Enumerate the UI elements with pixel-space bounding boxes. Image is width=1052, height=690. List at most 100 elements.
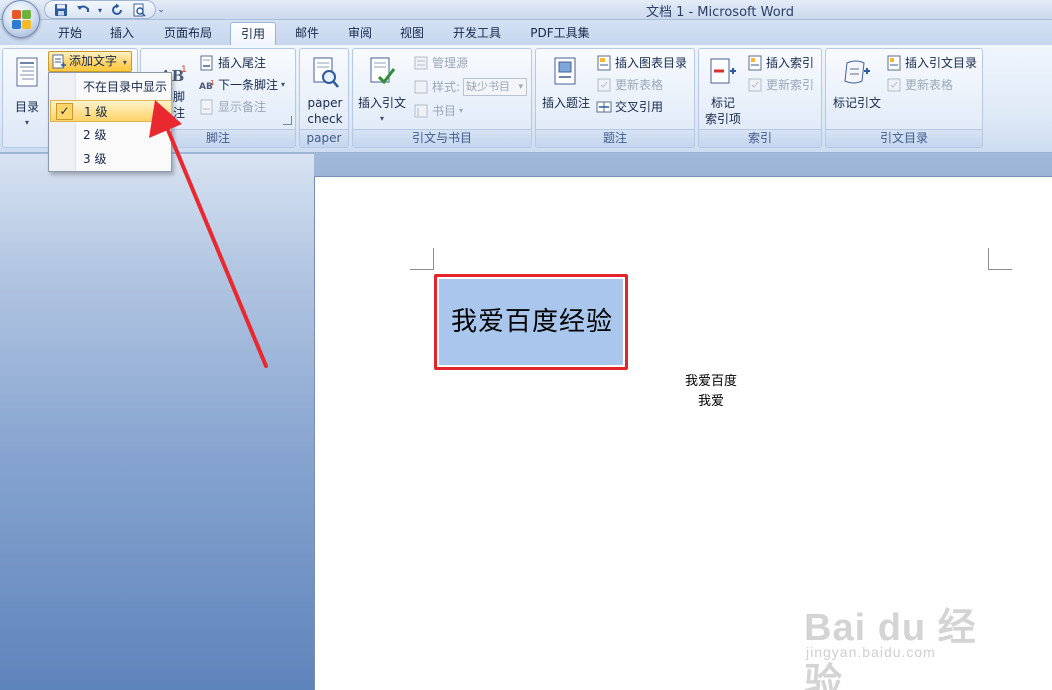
show-notes-button[interactable]: 显示备注	[199, 97, 266, 117]
toc-label: 目录	[14, 100, 39, 114]
mark-citation-icon	[844, 60, 870, 84]
update-index-icon	[747, 77, 763, 93]
window-title: 文档 1 - Microsoft Word	[645, 5, 795, 20]
insert-toa-icon	[886, 55, 902, 71]
office-logo-icon	[12, 10, 32, 30]
watermark-url: jingyan.baidu.com	[806, 644, 936, 660]
baidu-watermark: Bai du 经验 jingyan.baidu.com	[804, 596, 1004, 690]
update-toa-icon	[886, 77, 902, 93]
group-index: 标记 索引项 插入索引 更新索引 索引	[698, 48, 822, 148]
menu-item-level-3[interactable]: 3 级	[50, 148, 172, 170]
add-text-button[interactable]: 添加文字 ▾	[48, 51, 132, 72]
next-footnote-button[interactable]: AB 1 下一条脚注 ▾	[199, 75, 285, 95]
cross-reference-icon	[596, 99, 612, 115]
office-button[interactable]	[2, 0, 40, 38]
citation-style-select[interactable]: 缺少书目	[463, 78, 528, 96]
group-paper: paper check paper	[299, 48, 349, 148]
group-label-toa: 引文目录	[826, 129, 982, 147]
print-preview-icon[interactable]	[130, 2, 148, 19]
tab-insert[interactable]: 插入	[99, 22, 145, 46]
customize-qat-icon[interactable]: ⌄	[156, 2, 166, 19]
tab-view[interactable]: 视图	[389, 22, 435, 46]
checkmark-icon: ✓	[56, 103, 73, 120]
paper-check-label-2: check	[307, 112, 343, 126]
tab-home[interactable]: 开始	[47, 22, 93, 46]
paper-check-label-1: paper	[307, 96, 343, 110]
document-background	[0, 154, 314, 690]
svg-text:1: 1	[181, 65, 187, 75]
update-table-icon	[596, 77, 612, 93]
manage-sources-icon	[413, 55, 429, 71]
manage-sources-button[interactable]: 管理源	[413, 53, 468, 73]
insert-citation-button[interactable]: 插入引文 ▾	[355, 57, 409, 127]
footnote-label: 脚注	[173, 90, 186, 120]
body-text-line-1[interactable]: 我爱百度	[641, 370, 781, 389]
mark-entry-label-1: 标记	[710, 96, 735, 110]
add-text-dropdown-menu: 不在目录中显示 ✓ 1 级 2 级 3 级	[48, 72, 172, 172]
insert-index-icon	[747, 55, 763, 71]
insert-table-of-figures-button[interactable]: 插入图表目录	[596, 53, 687, 73]
group-label-paper: paper	[300, 129, 348, 147]
toc-dropdown-icon: ▾	[24, 118, 29, 127]
style-icon	[413, 79, 429, 95]
svg-text:1: 1	[210, 79, 214, 87]
cross-reference-button[interactable]: 交叉引用	[596, 97, 663, 117]
tab-developer[interactable]: 开发工具	[442, 22, 512, 46]
update-figures-table-button[interactable]: 更新表格	[596, 75, 663, 95]
show-notes-icon	[199, 99, 215, 115]
add-text-dropdown-icon: ▾	[122, 58, 127, 67]
title-bar: ▾ ⌄ 文档 1 - Microsoft Word	[0, 0, 1052, 20]
mark-entry-icon	[710, 58, 736, 84]
endnote-icon	[199, 55, 215, 71]
selected-heading-text[interactable]: 我爱百度经验	[437, 301, 627, 338]
tab-mailings[interactable]: 邮件	[284, 22, 330, 46]
toc-button[interactable]: 目录 ▾	[7, 57, 47, 131]
menu-item-do-not-show[interactable]: 不在目录中显示	[50, 76, 172, 98]
undo-dropdown-icon[interactable]: ▾	[96, 2, 104, 19]
mark-citation-button[interactable]: 标记引文	[828, 57, 886, 111]
insert-index-button[interactable]: 插入索引	[747, 53, 814, 73]
bibliography-icon	[413, 103, 429, 119]
mark-index-entry-button[interactable]: 标记 索引项	[701, 57, 745, 127]
footnote-dialog-launcher-icon[interactable]	[283, 116, 292, 125]
insert-caption-icon	[554, 57, 576, 85]
undo-icon[interactable]	[74, 2, 92, 19]
quick-access-toolbar: ▾ ⌄	[44, 1, 166, 19]
update-toa-button[interactable]: 更新表格	[886, 75, 953, 95]
tab-page-layout[interactable]: 页面布局	[154, 22, 222, 46]
ribbon-tab-row: 开始 插入 页面布局 引用 邮件 审阅 视图 开发工具 PDF工具集	[0, 20, 1052, 46]
save-icon[interactable]	[52, 2, 70, 19]
group-table-of-authorities: 标记引文 插入引文目录 更新表格 引文目录	[825, 48, 983, 148]
tab-review[interactable]: 审阅	[337, 22, 383, 46]
group-captions: 插入题注 插入图表目录 更新表格 交叉引用 题注	[535, 48, 695, 148]
citation-style-row: 样式: 缺少书目	[413, 77, 528, 97]
insert-caption-label: 插入题注	[541, 96, 590, 110]
bibliography-button[interactable]: 书目 ▾	[413, 101, 463, 121]
insert-citation-label: 插入引文	[357, 96, 406, 110]
next-footnote-icon: AB 1	[199, 77, 215, 93]
group-label-citations: 引文与书目	[353, 129, 531, 147]
group-label-index: 索引	[699, 129, 821, 147]
tab-references[interactable]: 引用	[230, 22, 276, 46]
insert-citation-icon	[370, 57, 396, 85]
table-of-contents-icon	[16, 57, 38, 87]
tab-pdf-tools[interactable]: PDF工具集	[522, 22, 598, 46]
body-text-line-2[interactable]: 我爱	[641, 390, 781, 409]
paper-check-button[interactable]: paper check	[302, 57, 348, 127]
add-text-label: 添加文字	[69, 54, 118, 68]
redo-icon[interactable]	[108, 2, 126, 19]
crop-mark-top-right	[988, 248, 1012, 270]
highlight-box: 我爱百度经验	[434, 274, 628, 370]
menu-item-level-2[interactable]: 2 级	[50, 124, 172, 146]
add-text-icon	[52, 54, 67, 75]
mark-citation-label: 标记引文	[832, 96, 881, 110]
group-citations: 插入引文 ▾ 管理源 样式: 缺少书目 书目 ▾ 引文与书目	[352, 48, 532, 148]
insert-caption-button[interactable]: 插入题注	[538, 57, 594, 111]
watermark-logo-text: Bai du 经验	[804, 607, 977, 690]
menu-item-level-1[interactable]: ✓ 1 级	[50, 100, 172, 122]
update-index-button[interactable]: 更新索引	[747, 75, 814, 95]
paper-check-icon	[313, 57, 339, 88]
insert-toa-button[interactable]: 插入引文目录	[886, 53, 977, 73]
group-label-captions: 题注	[536, 129, 694, 147]
insert-endnote-button[interactable]: 插入尾注	[199, 53, 266, 73]
